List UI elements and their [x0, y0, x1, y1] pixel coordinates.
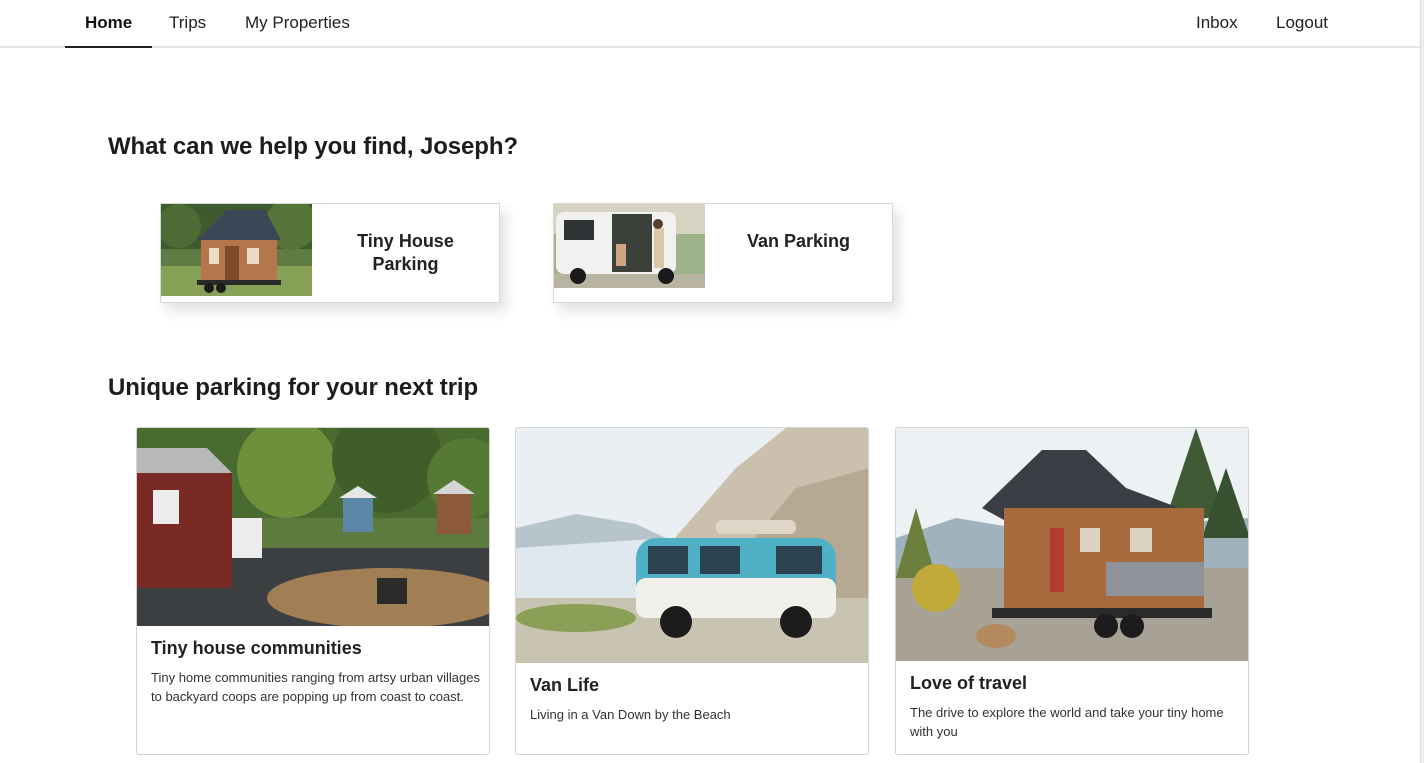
vw-bus-cliff-photo: [516, 428, 868, 663]
category-label: Tiny House Parking: [357, 231, 454, 274]
trip-card-tiny-house-communities[interactable]: Tiny house communities Tiny home communi…: [136, 427, 490, 755]
trip-description: Living in a Van Down by the Beach: [530, 707, 731, 722]
greeting-heading: What can we help you find, Joseph?: [108, 133, 518, 160]
top-navbar: Home Trips My Properties Inbox Logout: [0, 0, 1420, 48]
category-card-tiny-house-parking[interactable]: Tiny House Parking: [160, 203, 500, 303]
nav-home-link[interactable]: Home: [64, 0, 153, 48]
section-heading: Unique parking for your next trip: [108, 374, 479, 401]
tiny-house-trailer-photo: [896, 428, 1248, 661]
trip-title: Tiny house communities: [151, 638, 362, 658]
trip-title: Van Life: [530, 675, 600, 695]
category-label: Van Parking: [746, 231, 851, 251]
trip-description: The drive to explore the world and take …: [910, 705, 1224, 739]
nav-my-properties-link[interactable]: My Properties: [245, 0, 350, 46]
tiny-house-village-photo: [137, 428, 489, 626]
trip-card-love-of-travel[interactable]: Love of travel The drive to explore the …: [895, 427, 1249, 755]
page-scrollbar[interactable]: [1420, 0, 1424, 763]
camper-van-photo: [554, 204, 705, 288]
trip-description: Tiny home communities ranging from artsy…: [151, 670, 480, 704]
category-card-van-parking[interactable]: Van Parking: [553, 203, 893, 303]
nav-inbox-link[interactable]: Inbox: [1196, 0, 1238, 46]
nav-trips-link[interactable]: Trips: [169, 0, 206, 46]
nav-logout-link[interactable]: Logout: [1276, 0, 1328, 46]
trip-title: Love of travel: [910, 673, 1028, 693]
tiny-house-photo: [161, 204, 312, 296]
trip-card-van-life[interactable]: Van Life Living in a Van Down by the Bea…: [515, 427, 869, 755]
